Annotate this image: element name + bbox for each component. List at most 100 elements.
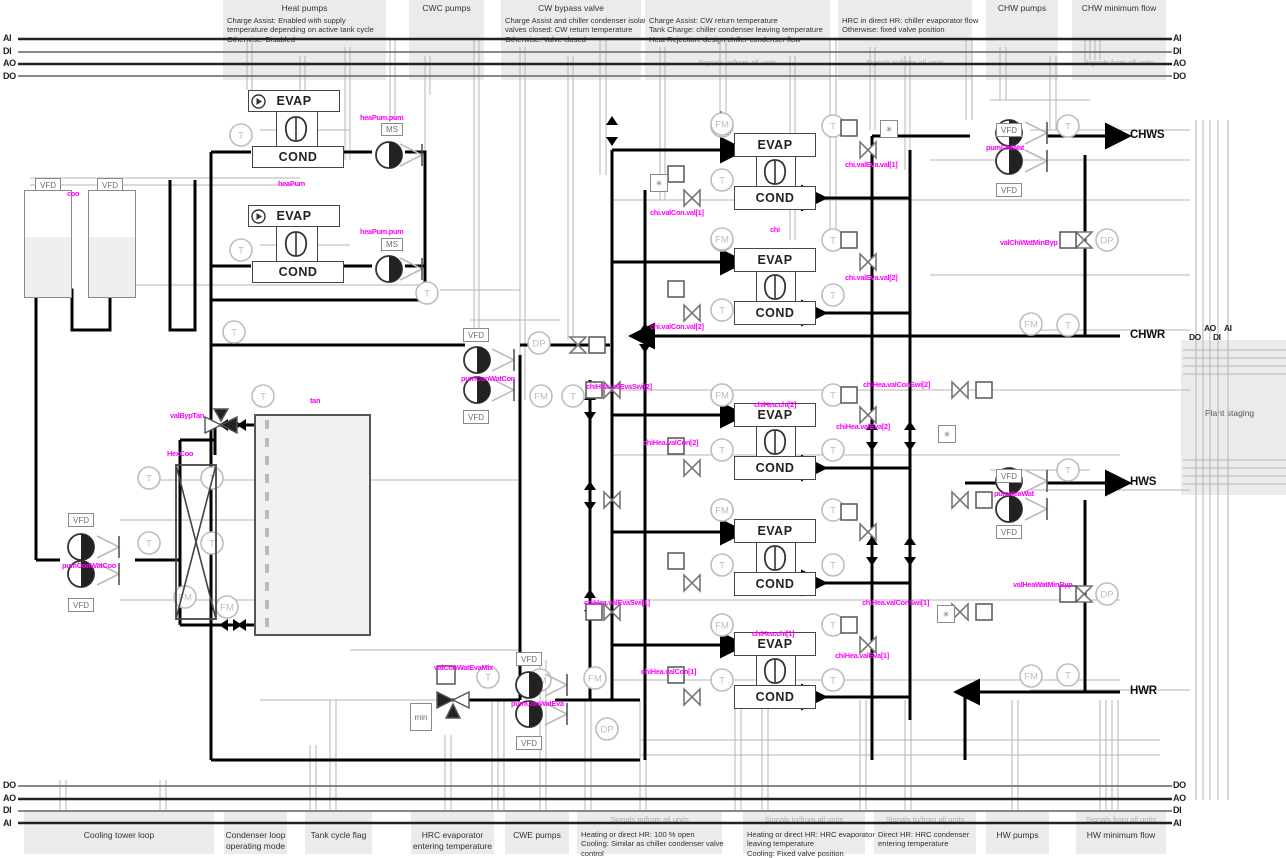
vfd-pumConWatEva-2[interactable]: VFD [516,736,542,750]
svg-text:T: T [238,131,244,142]
actuator-chi-valCon-1[interactable] [667,165,685,183]
actuator-chiHea-valConSwi-1[interactable] [975,603,993,621]
vfd-pumConWatCoo-1[interactable]: VFD [68,513,94,527]
cooling-tower-1-fill [25,237,71,297]
svg-text:T: T [1065,671,1071,682]
vfd-pumConWatCoo-2[interactable]: VFD [68,598,94,612]
svg-text:FM: FM [1024,672,1038,683]
valve-chi-valEva-1[interactable] [859,140,877,160]
min-block[interactable]: min [410,703,432,731]
actuator-chiHea-valEva-mid[interactable] [840,503,858,521]
svg-text:FM: FM [534,392,548,403]
actuator-chiHea-valEva-1[interactable] [840,616,858,634]
valve-chi-valEva-2[interactable] [859,252,877,272]
valve-chiHea-valCon-1[interactable] [683,687,701,707]
temperature-sensor-4: T [222,320,246,344]
valve-chi-valCon-1[interactable] [683,188,701,208]
svg-text:T: T [830,506,836,517]
temperature-sensor-21: T [710,438,734,462]
svg-text:T: T [1065,122,1071,133]
hrc-3-condenser: COND [734,456,816,480]
heat-exchanger-HexCoo [175,464,217,620]
pump-pumConWatCoo-1 [67,533,95,561]
valve-valConWatEvaMix[interactable] [436,690,470,719]
vfd-pumChiWat-1[interactable]: VFD [996,123,1022,137]
plant-io-DI: DI [1213,332,1221,342]
actuator-cw-bypass[interactable] [588,336,606,354]
temperature-sensor-32: T [1056,313,1080,337]
component-tag-chiHea-valCon-1: chiHea.valCon[1] [641,667,697,676]
ms-heaPum-pum-2[interactable]: MS [381,238,403,251]
bus-left-bottom-ai: AI [3,817,12,828]
port-hws: HWS [1130,476,1157,488]
bus-right-bottom-di: DI [1173,805,1182,815]
heatpump-1-compressor [284,116,308,142]
component-tag-chi-valEva-2: chi.valEva.val[2] [845,273,898,282]
bus-right-bottom-ao: AO [1173,792,1186,803]
plant-io-AI: AI [1224,323,1232,333]
valve-hrc-mid-left[interactable] [603,490,621,510]
component-tag-chiHea-chi-2: chiHea.chi[2] [754,400,797,409]
actuator-chiHea-valEva-2[interactable] [840,386,858,404]
star-chiHea-valConSwi-1: ✳ [937,605,955,623]
svg-text:T: T [830,236,836,247]
valve-chiHea-valEva-mid[interactable] [859,522,877,542]
svg-text:T: T [238,246,244,257]
hrc-2-compressor [763,545,787,571]
valve-cw-bypass[interactable] [568,336,588,354]
vfd-pumConWatEva-1[interactable]: VFD [516,652,542,666]
valve-chiHea-valConSwi-2[interactable] [951,380,969,400]
star-hrc-aux: ✳ [938,425,956,443]
flow-meter-10: FM [1019,312,1043,336]
temperature-sensor-17: T [821,283,845,307]
svg-text:DP: DP [600,725,613,736]
actuator-chi-valEva-1[interactable] [840,119,858,137]
temperature-sensor-2: T [229,238,253,262]
actuator-hrc-mid-right[interactable] [975,491,993,509]
temperature-sensor-1: T [229,123,253,147]
svg-text:T: T [830,561,836,572]
svg-text:T: T [830,391,836,402]
vfd-pumHeaWat-1[interactable]: VFD [996,469,1022,483]
chiller-1-compressor [763,159,787,185]
valve-valChiWatMinByp[interactable] [1074,231,1094,249]
valve-chi-valCon-2[interactable] [683,303,701,323]
component-tag-chi-valEva-1: chi.valEva.val[1] [845,160,898,169]
svg-text:T: T [719,176,725,187]
temperature-sensor-25: T [710,553,734,577]
valve-hrc-mid-right[interactable] [951,490,969,510]
svg-text:T: T [830,621,836,632]
actuator-chiHea-valConSwi-2[interactable] [975,381,993,399]
actuator-valChiWatMinByp[interactable] [1059,231,1077,249]
ms-heaPum-pum-1[interactable]: MS [381,123,403,136]
component-tag-chiHea-chi-1: chiHea.chi[1] [752,629,795,638]
svg-text:T: T [231,328,237,339]
flow-meter-3: FM [529,384,553,408]
actuator-chi-valEva-2[interactable] [840,231,858,249]
bus-right-top-ai: AI [1173,33,1182,43]
differential-pressure-sensor-1: DP [527,331,551,355]
valve-chiHea-valCon-2[interactable] [683,458,701,478]
bus-right-top-do: DO [1173,70,1186,81]
component-tag-chi-valCon-1: chi.valCon.val[1] [650,208,704,217]
valve-chiHea-valCon-mid[interactable] [683,573,701,593]
svg-text:FM: FM [1024,320,1038,331]
svg-text:DP: DP [532,339,545,350]
vfd-pumConWatCon-1[interactable]: VFD [463,328,489,342]
pump-heaPum-pum-1 [375,141,403,169]
valve-valHeaWatMinByp[interactable] [1074,585,1094,603]
vfd-pumHeaWat-2[interactable]: VFD [996,525,1022,539]
component-tag-pumHeaWat: pumHeaWat [994,489,1034,498]
valve-chiHea-valEva-2[interactable] [859,405,877,425]
star-chi-valEva-1: ✳ [880,120,898,138]
chiller-2-evaporator: EVAP [734,248,816,272]
component-tag-valBypTan: valBypTan [170,411,205,420]
vfd-pumConWatCon-2[interactable]: VFD [463,410,489,424]
valve-valBypTan[interactable] [204,408,238,435]
actuator-chiHea-valCon-mid[interactable] [667,552,685,570]
actuator-chi-valCon-2[interactable] [667,280,685,298]
vfd-pumChiWat-2[interactable]: VFD [996,183,1022,197]
temperature-sensor-3: T [415,281,439,305]
port-hwr: HWR [1130,685,1157,697]
component-tag-pumConWatEva: pumConWatEva [511,699,564,708]
